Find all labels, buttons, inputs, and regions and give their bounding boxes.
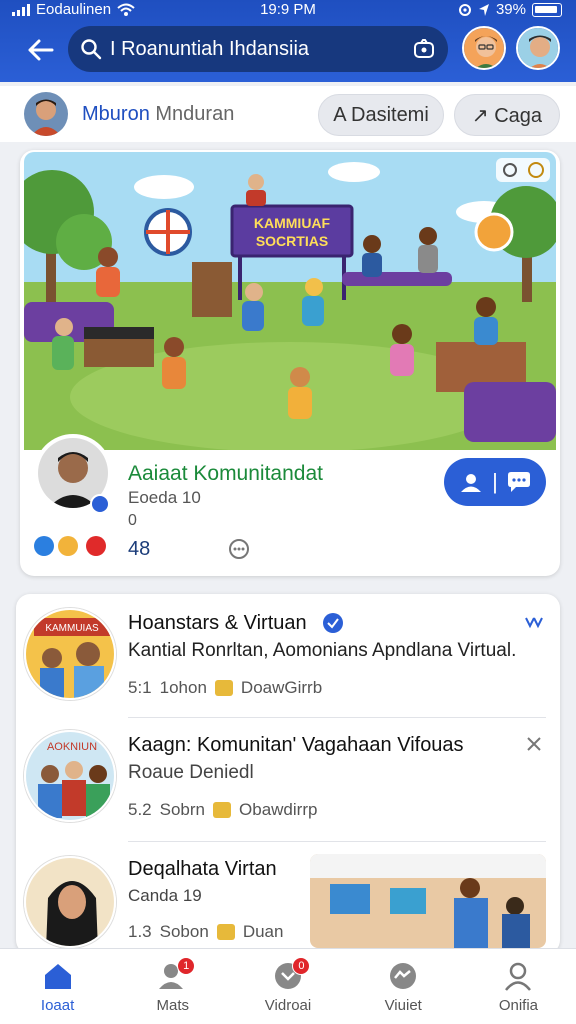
my-name[interactable]: Mburon Mnduran bbox=[82, 103, 234, 126]
nav-home[interactable]: Ioaat bbox=[0, 949, 115, 1024]
expand-icon[interactable] bbox=[524, 614, 544, 630]
top-app-bar: Eodaulinen 19:9 PM 39% I Roanuntiah Ihda… bbox=[0, 0, 576, 82]
group-icon bbox=[461, 474, 482, 492]
item-meta: 5.2 Sobrn Obawdirrp bbox=[128, 800, 318, 819]
action-pill-2[interactable]: ↗ Caga bbox=[454, 94, 560, 136]
status-bar: Eodaulinen 19:9 PM 39% bbox=[0, 0, 576, 20]
chat-icon bbox=[507, 472, 530, 492]
thumb-banner-text: AOKNIUN bbox=[47, 741, 97, 753]
item-title: Kaagn: Komunitan' Vagahaan Vifouas bbox=[128, 734, 464, 756]
item-title: Deqalhata Virtan bbox=[128, 858, 277, 880]
verified-icon bbox=[323, 613, 343, 633]
item-preview-image bbox=[310, 854, 546, 948]
bottom-navigation: Ioaat 1 Mats 0 Vidroai Viuiet Onifia bbox=[0, 948, 576, 1024]
battery-percent: 39% bbox=[495, 1, 526, 18]
community-list: KAMMUIAS Hoanstars & Virtuan Kantial Ron… bbox=[16, 594, 560, 954]
search-input[interactable]: I Roanuntiah Ihdansiia bbox=[110, 38, 412, 61]
navigation-arrow-icon bbox=[478, 3, 489, 16]
list-item[interactable]: KAMMUIAS Hoanstars & Virtuan Kantial Ron… bbox=[16, 594, 560, 718]
featured-community-card[interactable]: KAMMIUAF SOCRTIAS Aaiaat Komunitandat Eo… bbox=[20, 150, 560, 576]
camera-icon[interactable] bbox=[412, 37, 436, 61]
community-subtitle: Eoeda 10 bbox=[128, 488, 201, 507]
banner-sign-text-1: KAMMIUAF bbox=[254, 215, 331, 231]
avatar-image bbox=[24, 92, 68, 136]
more-options-icon[interactable] bbox=[228, 538, 250, 560]
community-title[interactable]: Aaiaat Komunitandat bbox=[128, 462, 323, 486]
battery-icon bbox=[532, 2, 562, 17]
item-description: Canda 19 bbox=[128, 886, 202, 905]
community-secondary-count: 0 bbox=[128, 512, 137, 529]
profile-icon bbox=[505, 962, 532, 991]
list-item[interactable]: AOKNIUN Kaagn: Komunitan' Vagahaan Vifou… bbox=[16, 718, 560, 842]
love-reaction-icon bbox=[86, 536, 106, 556]
close-icon[interactable] bbox=[526, 736, 542, 752]
join-button-divider: | bbox=[492, 469, 498, 494]
item-meta: 5:1 1ohon DoawGirrb bbox=[128, 678, 323, 697]
gift-icon bbox=[216, 924, 235, 940]
nav-video[interactable]: 0 Vidroai bbox=[230, 949, 345, 1024]
item-title: Hoanstars & Virtuan bbox=[128, 612, 307, 634]
profile-row: Mburon Mnduran A Dasitemi ↗ Caga bbox=[0, 86, 576, 142]
item-description: Roaue Deniedl bbox=[128, 762, 254, 783]
thumb-banner-text: KAMMUIAS bbox=[45, 623, 99, 634]
home-icon bbox=[44, 964, 71, 989]
gift-icon bbox=[214, 680, 233, 696]
gift-icon bbox=[213, 802, 232, 818]
back-arrow-icon bbox=[28, 39, 54, 61]
search-bar[interactable]: I Roanuntiah Ihdansiia bbox=[68, 26, 448, 72]
item-thumbnail: KAMMUIAS bbox=[24, 608, 116, 700]
messenger-icon bbox=[390, 963, 417, 989]
avatar-image bbox=[464, 28, 504, 68]
haha-reaction-icon bbox=[58, 536, 78, 556]
verified-badge-icon bbox=[90, 494, 110, 514]
nav-messages[interactable]: Viuiet bbox=[346, 949, 461, 1024]
location-icon bbox=[458, 3, 471, 16]
avatar-image bbox=[518, 28, 558, 68]
reaction-count: 48 bbox=[128, 538, 151, 560]
notification-badge: 1 bbox=[177, 957, 196, 975]
back-button[interactable] bbox=[20, 30, 60, 70]
nav-friends[interactable]: 1 Mats bbox=[115, 949, 230, 1024]
community-banner-image: KAMMIUAF SOCRTIAS bbox=[24, 152, 556, 450]
reaction-icons[interactable] bbox=[34, 536, 106, 556]
item-description: Kantial Ronrltan, Aomonians Apndlana Vir… bbox=[128, 640, 517, 661]
item-thumbnail: AOKNIUN bbox=[24, 730, 116, 822]
notification-badge: 0 bbox=[292, 957, 311, 975]
item-meta: 1.3 Sobon Duan bbox=[128, 922, 284, 941]
my-avatar[interactable] bbox=[24, 92, 68, 136]
join-community-button[interactable]: | bbox=[444, 458, 546, 506]
search-icon bbox=[81, 39, 102, 60]
item-thumbnail bbox=[24, 856, 116, 948]
nav-profile[interactable]: Onifia bbox=[461, 949, 576, 1024]
list-item[interactable]: Deqalhata Virtan Canda 19 1.3 Sobon Duan bbox=[16, 842, 560, 954]
friend-avatar-2[interactable] bbox=[516, 26, 560, 70]
friend-avatar-1[interactable] bbox=[462, 26, 506, 70]
banner-sign-text-2: SOCRTIAS bbox=[256, 233, 328, 249]
like-reaction-icon bbox=[34, 536, 54, 556]
action-pill-1[interactable]: A Dasitemi bbox=[318, 94, 444, 136]
